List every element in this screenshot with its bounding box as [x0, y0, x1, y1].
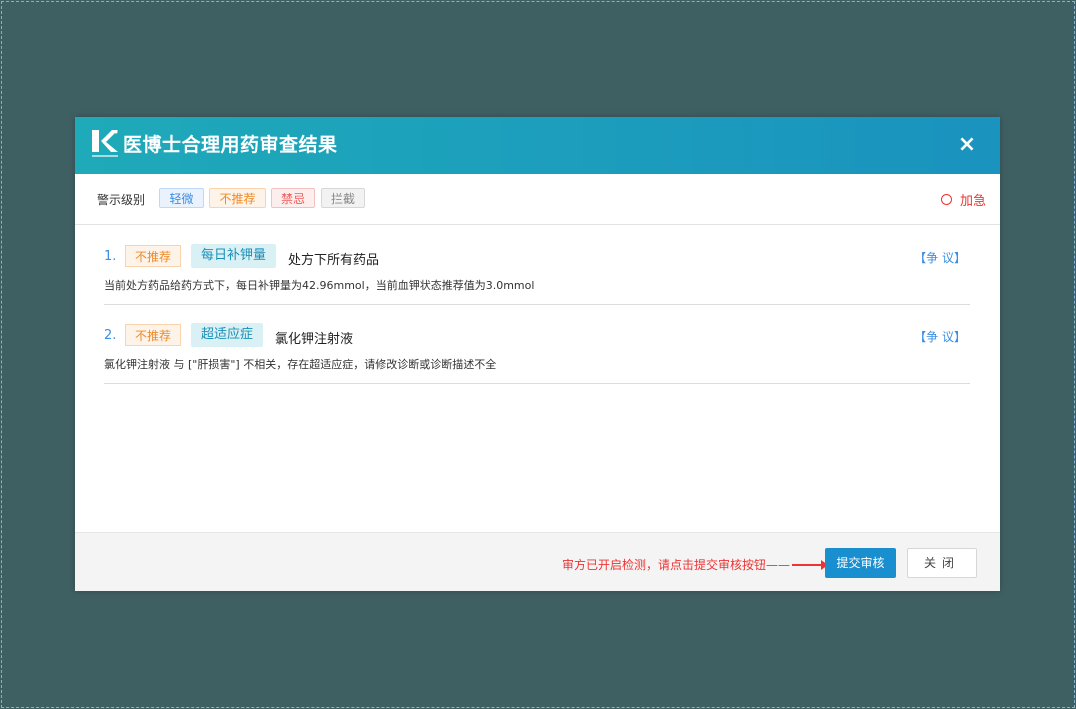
- warning-level-label: 警示级别: [97, 193, 146, 207]
- issue-level-tag: 不推荐: [125, 245, 182, 267]
- close-icon[interactable]: ×: [954, 131, 980, 159]
- level-tag-not-recommended: 不推荐: [209, 188, 266, 208]
- issue-level-tag: 不推荐: [125, 324, 182, 346]
- dialog-footer: 审方已开启检测，请点击提交审核按钮—— 提交审核 关闭: [75, 532, 1000, 591]
- level-tag-mild: 轻微: [159, 188, 204, 208]
- urgent-radio[interactable]: 加急: [940, 190, 986, 209]
- review-result-dialog: 医博士合理用药审查结果 × 警示级别 轻微 不推荐 禁忌 拦截 加急 1. 不推…: [75, 117, 1000, 591]
- level-tag-intercept: 拦截: [321, 188, 365, 208]
- issue-type-tag: 超适应症: [191, 323, 264, 347]
- issue-number: 2.: [104, 328, 117, 343]
- issue-type-tag: 每日补钾量: [191, 244, 277, 268]
- urgent-label: 加急: [959, 194, 986, 209]
- submit-review-button[interactable]: 提交审核: [825, 548, 896, 578]
- close-button[interactable]: 关闭: [907, 548, 977, 578]
- dialog-header: 医博士合理用药审查结果 ×: [75, 117, 1000, 174]
- issue-description: 当前处方药品给药方式下，每日补钾量为42.96mmol，当前血钾状态推荐值为3.…: [104, 279, 535, 292]
- radio-circle-icon[interactable]: [940, 194, 952, 205]
- level-tag-contraindicated: 禁忌: [271, 188, 315, 208]
- dispute-link[interactable]: 【争 议】: [914, 328, 966, 345]
- submit-hint-text: 审方已开启检测，请点击提交审核按钮——: [561, 558, 790, 572]
- warning-level-bar: 警示级别 轻微 不推荐 禁忌 拦截 加急: [75, 174, 1000, 225]
- dispute-link[interactable]: 【争 议】: [914, 249, 966, 266]
- submit-hint: 审方已开启检测，请点击提交审核按钮——: [561, 556, 828, 573]
- issue-item: 1. 不推荐 每日补钾量 处方下所有药品 【争 议】 当前处方药品给药方式下，每…: [104, 225, 970, 305]
- issue-drug-name: 氯化钾注射液: [275, 332, 354, 347]
- arrow-right-icon: [792, 559, 828, 570]
- issue-drug-name: 处方下所有药品: [288, 253, 380, 268]
- k-logo-icon: [92, 130, 118, 157]
- issue-item: 2. 不推荐 超适应症 氯化钾注射液 【争 议】 氯化钾注射液 与 ["肝损害"…: [104, 304, 970, 384]
- dialog-title: 医博士合理用药审查结果: [123, 134, 338, 156]
- issue-description: 氯化钾注射液 与 ["肝损害"] 不相关，存在超适应症，请修改诊断或诊断描述不全: [104, 358, 497, 371]
- issue-number: 1.: [104, 249, 117, 264]
